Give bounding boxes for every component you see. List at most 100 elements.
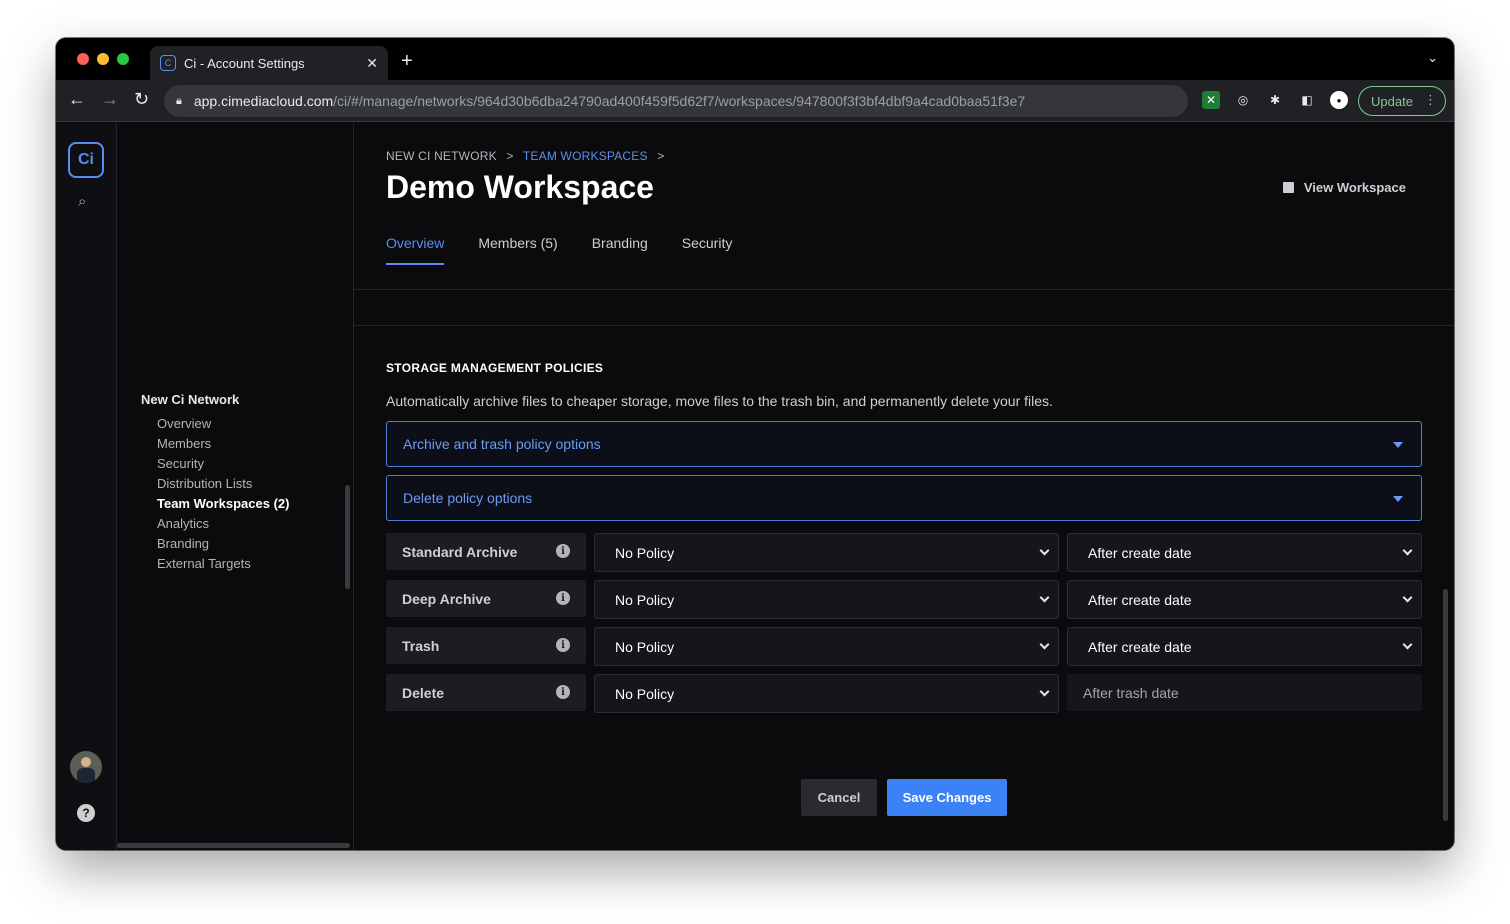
date-basis-select[interactable]: After create date (1067, 580, 1422, 619)
info-icon[interactable]: i (556, 638, 570, 652)
breadcrumb-network[interactable]: NEW CI NETWORK (386, 149, 497, 163)
breadcrumb-separator: > (506, 149, 514, 163)
divider (354, 289, 1454, 290)
date-basis-select[interactable]: After create date (1067, 627, 1422, 666)
new-tab-button[interactable]: + (401, 50, 413, 73)
policy-select[interactable]: No Policy (594, 580, 1059, 619)
policy-select-value: No Policy (615, 591, 675, 608)
archive-policy-accordion[interactable]: Archive and trash policy options (386, 421, 1422, 467)
icon-rail: Ci ⌕ ? (56, 123, 117, 850)
date-basis-select[interactable]: After create date (1067, 533, 1422, 572)
update-label: Update (1371, 93, 1413, 109)
avatar[interactable] (70, 751, 102, 783)
sidebar-item-team-workspaces[interactable]: Team Workspaces (2) (157, 494, 289, 514)
caret-down-icon (1393, 442, 1403, 448)
save-changes-button[interactable]: Save Changes (887, 779, 1007, 816)
main-scrollbar[interactable] (1443, 589, 1448, 821)
info-icon[interactable]: i (556, 685, 570, 699)
tab-close-icon[interactable]: ✕ (366, 55, 378, 72)
chevron-down-icon (1039, 592, 1050, 603)
extensions-puzzle-icon[interactable]: ✱ (1266, 91, 1284, 109)
reload-icon[interactable]: ↻ (134, 89, 149, 110)
page-title: Demo Workspace (386, 169, 654, 205)
chevron-down-icon (1402, 639, 1413, 650)
sidebar-item-analytics[interactable]: Analytics (157, 514, 289, 534)
date-basis-value: After create date (1088, 544, 1192, 561)
policy-row-deep-archive: Deep Archive i No Policy After create da… (386, 580, 1422, 620)
info-icon[interactable]: i (556, 544, 570, 558)
url-host: app.cimediacloud.com (193, 93, 334, 109)
sidebar-item-distribution-lists[interactable]: Distribution Lists (157, 474, 289, 494)
breadcrumb: NEW CI NETWORK > TEAM WORKSPACES > (386, 149, 670, 163)
cancel-button[interactable]: Cancel (801, 779, 877, 816)
external-link-icon (1282, 182, 1294, 193)
sidebar-item-security[interactable]: Security (157, 454, 289, 474)
excel-extension-icon[interactable]: ✕ (1202, 91, 1220, 109)
forward-arrow-icon[interactable]: → (101, 89, 119, 110)
tab-branding[interactable]: Branding (592, 235, 648, 265)
help-icon[interactable]: ? (77, 804, 95, 822)
breadcrumb-separator: > (657, 149, 665, 163)
policy-row-standard-archive: Standard Archive i No Policy After creat… (386, 533, 1422, 573)
tab-members[interactable]: Members (5) (478, 235, 557, 265)
delete-policy-accordion[interactable]: Delete policy options (386, 475, 1422, 521)
more-menu-icon[interactable]: ⋮ (1424, 92, 1437, 108)
back-arrow-icon[interactable]: ← (68, 89, 86, 110)
sidebar-nav: Overview Members Security Distribution L… (157, 414, 289, 574)
policy-row-delete: Delete i No Policy After trash date (386, 674, 1422, 714)
app-container: Ci ⌕ ? New Ci Network Overview Members S… (56, 123, 1454, 850)
policy-row-trash: Trash i No Policy After create date (386, 627, 1422, 667)
settings-sidebar: New Ci Network Overview Members Security… (117, 123, 354, 850)
chevron-down-icon (1039, 639, 1050, 650)
policy-select[interactable]: No Policy (594, 674, 1059, 713)
address-bar[interactable]: 🔒︎ app.cimediacloud.com/ci/#/manage/netw… (164, 85, 1188, 117)
sidebar-scrollbar[interactable] (345, 485, 350, 589)
policy-label: Deep Archive i (386, 580, 586, 617)
url-path: /ci/#/manage/networks/964d30b6dba24790ad… (333, 93, 1026, 109)
close-window-button[interactable] (77, 53, 89, 65)
tab-title: Ci - Account Settings (184, 55, 305, 71)
policy-select[interactable]: No Policy (594, 533, 1059, 572)
chevron-down-icon (1402, 592, 1413, 603)
tab-strip: C Ci - Account Settings ✕ + ⌄ (56, 38, 1454, 80)
section-title: STORAGE MANAGEMENT POLICIES (386, 361, 604, 375)
profile-icon[interactable]: ● (1330, 91, 1348, 109)
minimize-window-button[interactable] (97, 53, 109, 65)
workspace-tabs: Overview Members (5) Branding Security (386, 235, 766, 265)
policy-select-value: No Policy (615, 544, 675, 561)
side-panel-icon[interactable]: ◧ (1298, 91, 1316, 109)
view-workspace-link[interactable]: View Workspace (1282, 180, 1406, 195)
sidebar-item-overview[interactable]: Overview (157, 414, 289, 434)
policy-label-text: Deep Archive (402, 590, 491, 607)
update-button[interactable]: Update ⋮ (1358, 86, 1446, 116)
info-icon[interactable]: i (556, 591, 570, 605)
sidebar-item-members[interactable]: Members (157, 434, 289, 454)
policy-select[interactable]: No Policy (594, 627, 1059, 666)
grammar-extension-icon[interactable]: ◎ (1234, 91, 1252, 109)
policy-label: Standard Archive i (386, 533, 586, 570)
tab-search-chevron-icon[interactable]: ⌄ (1427, 50, 1438, 66)
chevron-down-icon (1039, 686, 1050, 697)
sidebar-item-external-targets[interactable]: External Targets (157, 554, 289, 574)
breadcrumb-team-workspaces[interactable]: TEAM WORKSPACES (523, 149, 648, 163)
policy-label: Trash i (386, 627, 586, 664)
accordion-label: Delete policy options (403, 490, 533, 506)
policy-select-value: No Policy (615, 685, 675, 702)
browser-window: C Ci - Account Settings ✕ + ⌄ ← → ↻ 🔒︎ a… (56, 38, 1454, 850)
policy-label-text: Delete (402, 684, 445, 701)
search-icon[interactable]: ⌕ (78, 193, 86, 210)
ci-logo-icon[interactable]: Ci (68, 142, 104, 178)
sidebar-group-title: New Ci Network (141, 392, 240, 407)
policy-label: Delete i (386, 674, 586, 711)
date-basis-static: After trash date (1067, 674, 1422, 711)
section-description: Automatically archive files to cheaper s… (386, 393, 1053, 409)
maximize-window-button[interactable] (117, 53, 129, 65)
tab-security[interactable]: Security (682, 235, 733, 265)
favicon-icon: C (160, 55, 176, 71)
sidebar-item-branding[interactable]: Branding (157, 534, 289, 554)
browser-tab[interactable]: C Ci - Account Settings ✕ (150, 46, 388, 80)
date-basis-value: After create date (1088, 591, 1192, 608)
sidebar-horizontal-scrollbar[interactable] (117, 843, 350, 848)
tab-overview[interactable]: Overview (386, 235, 445, 265)
browser-toolbar: ← → ↻ 🔒︎ app.cimediacloud.com/ci/#/manag… (56, 80, 1454, 122)
